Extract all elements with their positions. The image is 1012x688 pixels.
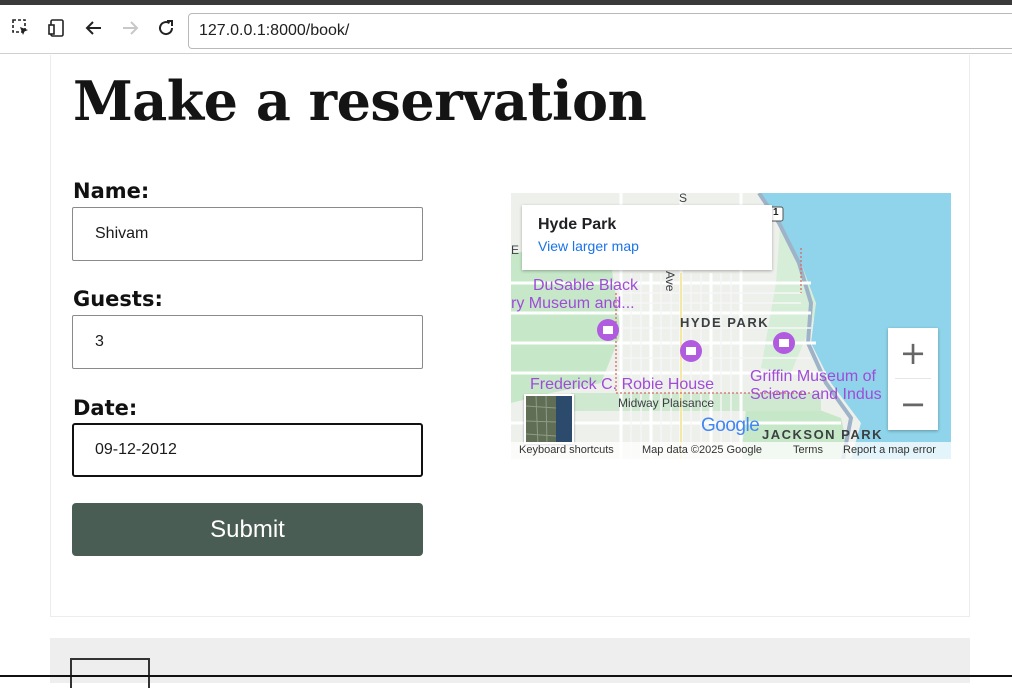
map-edge-letter-s: S <box>679 193 688 205</box>
date-value: 09-12-2012 <box>95 441 177 458</box>
poi-griffin-line1: Griffin Museum of <box>750 368 876 385</box>
map-edge-letter-e: E <box>511 243 520 257</box>
submit-button[interactable]: Submit <box>72 503 423 556</box>
name-value: Shivam <box>95 225 149 242</box>
page: Make a reservation Name: Shivam Guests: … <box>0 55 1012 688</box>
map-place-name: Hyde Park <box>538 216 617 233</box>
reservation-card: Make a reservation Name: Shivam Guests: … <box>50 55 970 617</box>
map-place-card: Hyde Park View larger map <box>522 205 772 270</box>
zoom-in-button[interactable]: + <box>888 328 938 378</box>
address-url: 127.0.0.1:8000/book/ <box>199 22 350 39</box>
guests-label: Guests: <box>73 287 163 311</box>
zoom-controls: + − <box>888 328 938 430</box>
report-map-error-link[interactable]: Report a map error <box>843 444 936 456</box>
poi-robie-house: Frederick C. Robie House <box>530 376 715 393</box>
page-title: Make a reservation <box>73 69 647 133</box>
map-data-text: Map data ©2025 Google <box>642 444 763 456</box>
inspect-icon[interactable] <box>10 17 32 39</box>
date-label: Date: <box>73 396 138 420</box>
street-ave: Ave <box>663 271 677 292</box>
poi-dusable-line1: DuSable Black <box>533 277 638 294</box>
browser-toolbar: 127.0.0.1:8000/book/ <box>0 0 1012 54</box>
guests-value: 3 <box>95 333 104 350</box>
view-larger-map-link[interactable]: View larger map <box>538 238 756 254</box>
route-number: 1 <box>773 207 779 218</box>
back-arrow-icon[interactable] <box>83 17 105 39</box>
footer-logo <box>70 658 150 688</box>
terms-link[interactable]: Terms <box>793 444 823 456</box>
device-toolbar-icon[interactable] <box>46 17 68 39</box>
google-logo: Google <box>701 415 760 437</box>
keyboard-shortcuts-link[interactable]: Keyboard shortcuts <box>519 444 614 456</box>
area-jackson-park: JACKSON PARK <box>762 427 884 442</box>
area-hyde-park: HYDE PARK <box>680 315 770 330</box>
address-bar[interactable]: 127.0.0.1:8000/book/ <box>188 13 1012 49</box>
satellite-image <box>526 396 572 442</box>
zoom-out-button[interactable]: − <box>888 379 938 429</box>
map-embed[interactable]: 1 S E Hyde Park View larger map Ave DuSa… <box>511 193 951 459</box>
map-attribution-bar: Keyboard shortcuts Map data ©2025 Google… <box>511 442 951 459</box>
name-label: Name: <box>73 179 150 203</box>
guests-field[interactable]: 3 <box>72 315 423 369</box>
google-logo-text: Google <box>701 415 760 436</box>
satellite-toggle-thumbnail[interactable] <box>524 394 574 444</box>
submit-label: Submit <box>210 515 285 543</box>
forward-arrow-icon <box>119 17 141 39</box>
name-field[interactable]: Shivam <box>72 207 423 261</box>
street-midway-plaisance: Midway Plaisance <box>618 396 715 410</box>
poi-griffin-line2: Science and Indus <box>750 386 882 403</box>
poi-dusable-line2: ry Museum and... <box>511 295 635 312</box>
date-field[interactable]: 09-12-2012 <box>72 423 423 477</box>
reload-icon[interactable] <box>155 17 177 39</box>
